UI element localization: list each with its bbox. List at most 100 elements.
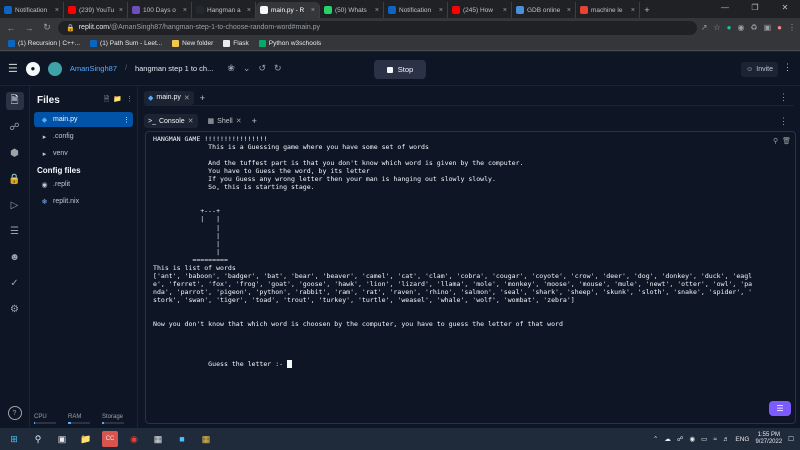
close-tab-icon[interactable]: × [247, 7, 251, 14]
reload-icon[interactable]: ↻ [40, 22, 54, 33]
resource-meters[interactable]: CPU RAM Storage [34, 414, 134, 424]
debugger-icon[interactable]: ▷ [6, 196, 24, 214]
hamburger-menu-icon[interactable]: ☰ [8, 62, 18, 75]
help-icon[interactable]: ? [7, 406, 22, 420]
close-tab-icon[interactable]: × [119, 7, 123, 14]
file-item[interactable]: ◆ main.py ⋮ [34, 112, 133, 127]
close-tab-icon[interactable]: × [567, 7, 571, 14]
close-tab-icon[interactable]: × [375, 7, 379, 14]
unit-tests-check-icon[interactable]: ✓ [6, 274, 24, 292]
close-tab-icon[interactable]: × [311, 7, 315, 14]
language-icon[interactable]: ❀ [227, 63, 235, 74]
trash-icon[interactable]: 🗑 [782, 137, 791, 145]
close-tab-icon[interactable]: ✕ [236, 117, 242, 125]
chevron-up-icon[interactable]: ⌃ [653, 435, 658, 443]
file-item[interactable]: ❄ replit.nix [34, 194, 133, 209]
close-tab-icon[interactable]: × [631, 7, 635, 14]
packages-icon[interactable]: ⬢ [6, 144, 24, 162]
close-icon[interactable]: ✕ [770, 0, 800, 16]
task-view-icon[interactable]: ▣ [54, 431, 70, 447]
tab-main-py[interactable]: ◆ main.py ✕ [144, 90, 194, 105]
bookmark-item[interactable]: (1) Path Sum - Leet... [90, 40, 162, 47]
more-options-icon[interactable]: ⋮ [783, 62, 792, 73]
new-folder-icon[interactable]: 📁 [113, 95, 122, 106]
add-tab-icon[interactable]: + [252, 116, 257, 126]
sidebar-icon[interactable]: ▣ [764, 23, 772, 32]
username-link[interactable]: AmanSingh87 [70, 64, 117, 73]
kebab-icon[interactable]: ⋮ [126, 95, 133, 106]
grammarly-icon[interactable]: ● [727, 23, 732, 32]
sync-icon[interactable]: ↻ [274, 63, 282, 74]
browser-tab[interactable]: main.py - R × [256, 2, 320, 18]
tab-shell[interactable]: ▦ Shell ✕ [204, 114, 246, 128]
add-tab-icon[interactable]: + [200, 93, 205, 103]
browser-tab[interactable]: Hangman a × [192, 2, 256, 18]
star-icon[interactable]: ☆ [713, 23, 720, 32]
bookmark-item[interactable]: Python w3schools [258, 40, 321, 47]
file-item[interactable]: ▸ venv [34, 146, 133, 161]
browser-tab[interactable]: GDB online × [512, 2, 576, 18]
back-icon[interactable]: ← [4, 23, 18, 33]
version-control-icon[interactable]: ☍ [6, 118, 24, 136]
browser-tab[interactable]: Notification × [384, 2, 448, 18]
browser-tab[interactable]: (245) How × [448, 2, 512, 18]
camera-icon[interactable]: ◉ [689, 435, 695, 443]
new-file-icon[interactable]: 🗎 [104, 95, 110, 106]
extension-icon[interactable]: ◉ [737, 23, 744, 32]
app-icon[interactable]: ■ [174, 431, 190, 447]
wifi-icon[interactable]: ≈ [713, 436, 717, 443]
history-icon[interactable]: ↺ [258, 63, 266, 74]
editor-more-icon[interactable]: ⋮ [779, 92, 788, 103]
volume-icon[interactable]: ♬ [723, 436, 730, 443]
shopping-bag-icon[interactable]: ▦ [198, 431, 214, 447]
file-explorer-icon[interactable]: 📁 [78, 431, 94, 447]
search-icon[interactable]: ⚲ [773, 137, 778, 145]
browser-tab[interactable]: 100 Days o × [128, 2, 192, 18]
close-tab-icon[interactable]: × [439, 7, 443, 14]
chat-icon[interactable]: ☰ [769, 401, 791, 416]
search-icon[interactable]: ⚲ [30, 431, 46, 447]
secrets-lock-icon[interactable]: 🔒 [6, 170, 24, 188]
database-icon[interactable]: ☰ [6, 222, 24, 240]
network-icon[interactable]: ☍ [677, 435, 684, 443]
chevron-down-icon[interactable]: ⌄ [243, 63, 251, 74]
browser-tab[interactable]: machine le × [576, 2, 640, 18]
auth-user-icon[interactable]: ☻ [6, 248, 24, 266]
minimize-icon[interactable]: — [710, 0, 740, 16]
close-tab-icon[interactable]: ✕ [184, 94, 190, 102]
notification-icon[interactable]: ☐ [788, 435, 794, 443]
tab-console[interactable]: >_ Console ✕ [144, 114, 198, 128]
clock[interactable]: 1:55 PM 9/27/2022 [755, 432, 782, 446]
menu-icon[interactable]: ⋮ [788, 23, 796, 32]
onedrive-icon[interactable]: ☁ [664, 435, 671, 443]
close-tab-icon[interactable]: × [503, 7, 507, 14]
stop-button[interactable]: Stop [374, 60, 426, 79]
battery-icon[interactable]: ▭ [701, 435, 707, 443]
profile-icon[interactable]: ● [777, 23, 782, 32]
new-tab-icon[interactable]: + [640, 2, 654, 18]
close-tab-icon[interactable]: × [183, 7, 187, 14]
url-input[interactable]: 🔒 replit.com/@AmanSingh87/hangman-step-1… [58, 20, 697, 35]
bookmark-item[interactable]: New folder [172, 40, 213, 47]
forward-icon[interactable]: → [22, 23, 36, 33]
close-tab-icon[interactable]: × [55, 7, 59, 14]
replit-logo-icon[interactable]: ● [25, 61, 40, 76]
file-item[interactable]: ◉ .replit [34, 177, 133, 192]
project-name[interactable]: hangman step 1 to ch... [135, 64, 213, 73]
windows-start-icon[interactable]: ⊞ [6, 431, 22, 447]
avatar[interactable] [47, 61, 62, 76]
restore-icon[interactable]: ❐ [740, 0, 770, 16]
browser-tab[interactable]: (239) YouTu × [64, 2, 128, 18]
chrome-icon[interactable]: ◉ [126, 431, 142, 447]
share-icon[interactable]: ↗ [701, 23, 708, 32]
browser-tab[interactable]: Notification × [0, 2, 64, 18]
kebab-icon[interactable]: ⋮ [123, 116, 130, 124]
files-icon[interactable]: 🗎 [5, 92, 24, 110]
console-output-panel[interactable]: HANGMAN GAME !!!!!!!!!!!!!!!! This is a … [145, 131, 796, 424]
console-more-icon[interactable]: ⋮ [779, 116, 788, 127]
app-cc-icon[interactable]: CC [102, 431, 118, 447]
language-indicator[interactable]: ENG [735, 436, 749, 443]
settings-gear-icon[interactable]: ⚙ [6, 300, 24, 318]
puzzle-icon[interactable]: ♻ [750, 23, 757, 32]
invite-button[interactable]: ☺ Invite [741, 62, 778, 77]
